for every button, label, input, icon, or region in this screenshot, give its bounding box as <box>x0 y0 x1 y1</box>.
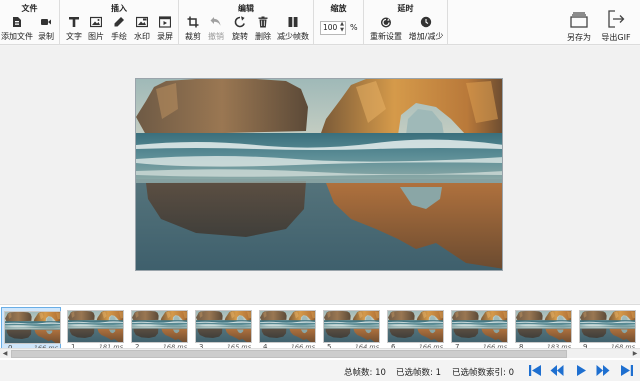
file-add-icon <box>13 17 21 27</box>
selected-frames-text: 已选帧数: 1 <box>396 368 441 378</box>
reduce-frames-icon <box>288 16 298 28</box>
export-gif-label: 导出GIF <box>601 33 631 42</box>
screen-record-icon <box>159 16 171 28</box>
last-frame-icon[interactable] <box>620 364 634 377</box>
scroll-left-arrow[interactable]: ◀ <box>0 349 10 359</box>
record-button[interactable]: 录制 <box>34 16 58 44</box>
reset-delay-label: 重新设置 <box>370 32 402 41</box>
insert-group-title: 插入 <box>111 4 127 13</box>
zoom-unit: % <box>350 23 358 32</box>
frame-preview-image[interactable] <box>135 78 503 271</box>
rotate-button[interactable]: 旋转 <box>229 16 251 44</box>
frame-thumbnail-image <box>259 310 316 343</box>
frame-thumbnail-image <box>195 310 252 343</box>
crop-icon <box>187 16 199 28</box>
canvas-area <box>0 46 640 303</box>
undo-icon <box>210 17 221 26</box>
frame-thumbnail[interactable]: 2 168 ms <box>129 307 189 353</box>
watermark-button[interactable]: 水印 <box>131 16 153 44</box>
frame-thumbnail-image <box>4 311 61 344</box>
edit-group: 编辑 裁剪 撤销 旋转 删除 减少帧数 <box>179 0 314 45</box>
image-button[interactable]: 图片 <box>85 16 107 44</box>
frame-thumbnail[interactable]: 6 166 ms <box>385 307 445 353</box>
add-file-button[interactable]: 添加文件 <box>0 16 34 44</box>
trash-icon <box>258 16 268 28</box>
landscape-image <box>136 79 503 271</box>
adjust-delay-button[interactable]: 增加/减少 <box>406 16 446 44</box>
export-icon <box>608 10 625 28</box>
delete-label: 删除 <box>255 32 271 41</box>
file-group: 文件 添加文件 录制 <box>0 0 60 45</box>
frame-thumbnail[interactable]: 4 166 ms <box>257 307 317 353</box>
export-gif-button[interactable]: 导出GIF <box>598 10 634 43</box>
text-icon <box>69 17 79 27</box>
frame-thumbnail-image <box>515 310 572 343</box>
record-icon <box>41 19 51 25</box>
draw-label: 手绘 <box>111 32 127 41</box>
pencil-icon <box>114 17 124 27</box>
file-group-title: 文件 <box>21 4 38 13</box>
add-file-label: 添加文件 <box>1 32 33 41</box>
rotate-label: 旋转 <box>232 32 248 41</box>
frame-thumbnail-image <box>131 310 188 343</box>
rotate-icon <box>234 16 245 28</box>
screen-record-button[interactable]: 录屏 <box>154 16 176 44</box>
selected-index-text: 已选帧数索引: 0 <box>452 368 514 378</box>
reduce-frames-button[interactable]: 减少帧数 <box>275 16 311 44</box>
frame-thumbnail[interactable]: 7 166 ms <box>449 307 509 353</box>
frame-thumbnail[interactable]: 3 165 ms <box>193 307 253 353</box>
zoom-group-title: 缩放 <box>330 4 347 13</box>
frame-thumbnail-image <box>323 310 380 343</box>
scrollbar-thumb[interactable] <box>11 350 567 358</box>
image-icon <box>90 16 102 28</box>
frame-thumbnail-image <box>451 310 508 343</box>
total-frames-text: 总帧数: 10 <box>344 368 386 378</box>
text-label: 文字 <box>66 32 82 41</box>
clock-icon <box>420 16 432 28</box>
delay-group: 延时 重新设置 增加/减少 <box>364 0 448 45</box>
ribbon-toolbar: 文件 添加文件 录制 插入 文字 图片 手绘 水印 录屏 编辑 裁剪 撤销 旋转… <box>0 0 640 45</box>
image-label: 图片 <box>88 32 104 41</box>
insert-group: 插入 文字 图片 手绘 水印 录屏 <box>60 0 179 45</box>
watermark-label: 水印 <box>134 32 150 41</box>
record-label: 录制 <box>38 32 54 41</box>
edit-group-title: 编辑 <box>238 4 254 13</box>
undo-button[interactable]: 撤销 <box>205 16 227 44</box>
frame-thumbnail[interactable]: 0166 ms <box>1 307 61 353</box>
status-bar: 总帧数: 10 已选帧数: 1 已选帧数索引: 0 <box>0 360 640 381</box>
text-button[interactable]: 文字 <box>63 16 85 44</box>
save-as-button[interactable]: 另存为 <box>564 10 594 43</box>
frame-thumbnail-image <box>387 310 444 343</box>
timeline-scrollbar[interactable]: ◀ ▶ <box>0 348 640 358</box>
save-as-label: 另存为 <box>567 33 591 42</box>
save-as-icon <box>570 12 588 28</box>
frame-thumbnail-image <box>67 310 124 343</box>
undo-label: 撤销 <box>208 32 224 41</box>
frame-thumbnail[interactable]: 1 181 ms <box>65 307 125 353</box>
reduce-frames-label: 减少帧数 <box>277 32 309 41</box>
next-frame-icon[interactable] <box>596 364 610 377</box>
crop-button[interactable]: 裁剪 <box>182 16 204 44</box>
delay-group-title: 延时 <box>397 4 414 13</box>
frame-thumbnail[interactable]: 9 168 ms <box>577 307 637 353</box>
draw-button[interactable]: 手绘 <box>108 16 130 44</box>
prev-frame-icon[interactable] <box>550 364 564 377</box>
frame-thumbnail-image <box>579 310 636 343</box>
frame-thumbnail[interactable]: 5 164 ms <box>321 307 381 353</box>
frame-thumbnail[interactable]: 8 183 ms <box>513 307 573 353</box>
reset-delay-button[interactable]: 重新设置 <box>367 16 405 44</box>
zoom-stepper[interactable]: ▲ ▼ <box>338 21 346 35</box>
first-frame-icon[interactable] <box>528 364 542 377</box>
adjust-delay-label: 增加/减少 <box>408 32 444 41</box>
crop-label: 裁剪 <box>185 32 201 41</box>
watermark-icon <box>136 16 148 28</box>
scroll-right-arrow[interactable]: ▶ <box>630 349 640 359</box>
reset-icon <box>381 17 391 28</box>
play-icon[interactable] <box>574 364 588 377</box>
screen-record-label: 录屏 <box>157 32 173 41</box>
delete-button[interactable]: 删除 <box>252 16 274 44</box>
